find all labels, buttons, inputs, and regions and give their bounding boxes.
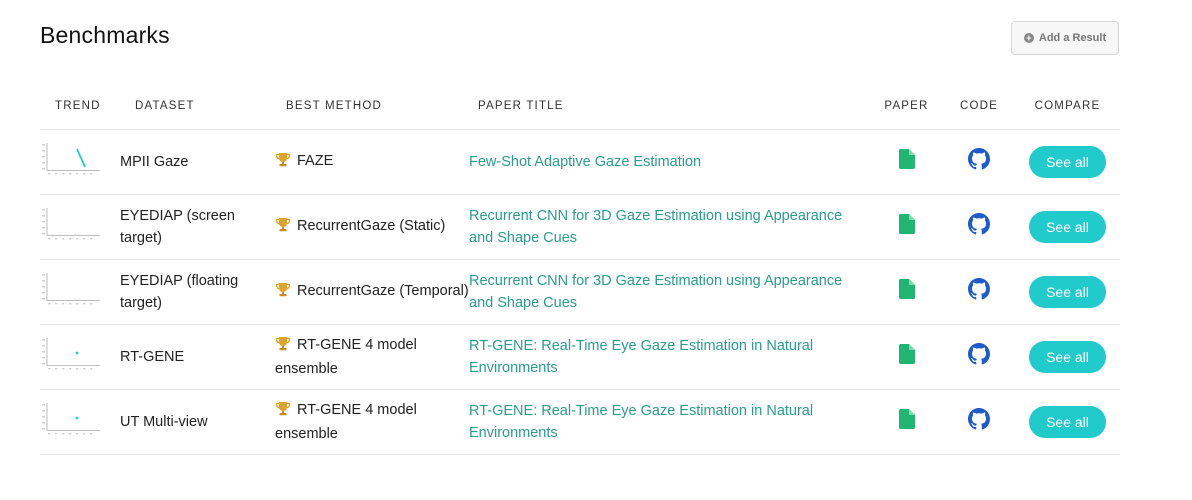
code-cell: [943, 194, 1015, 260]
github-icon[interactable]: [968, 147, 990, 177]
pdf-file-icon[interactable]: [898, 213, 915, 241]
best-method-name[interactable]: RT-GENE 4 model ensemble: [275, 337, 417, 377]
best-method-name[interactable]: RecurrentGaze (Temporal): [297, 283, 469, 299]
paper-cell: [870, 324, 943, 390]
dataset-name[interactable]: EYEDIAP (floating target): [120, 273, 238, 311]
trend-line-icon[interactable]: [40, 206, 102, 249]
dataset-cell: EYEDIAP (screen target): [120, 194, 275, 260]
trophy-icon: [275, 282, 291, 304]
code-cell: [943, 259, 1015, 325]
see-all-button[interactable]: See all: [1029, 406, 1106, 438]
benchmarks-table: TREND DATASET BEST METHOD PAPER TITLE PA…: [40, 82, 1120, 455]
paper-title-cell: Few-Shot Adaptive Gaze Estimation: [469, 129, 870, 195]
see-all-button[interactable]: See all: [1029, 146, 1106, 178]
paper-title-link[interactable]: Few-Shot Adaptive Gaze Estimation: [469, 154, 701, 170]
col-header-paper: PAPER: [870, 82, 943, 130]
github-icon[interactable]: [968, 212, 990, 242]
best-method-cell: RecurrentGaze (Static): [275, 194, 469, 260]
paper-title-link[interactable]: Recurrent CNN for 3D Gaze Estimation usi…: [469, 208, 842, 246]
trend-dot-icon[interactable]: [40, 336, 102, 379]
github-icon[interactable]: [968, 277, 990, 307]
col-header-dataset: DATASET: [120, 82, 275, 130]
trend-line-icon[interactable]: [40, 271, 102, 314]
code-cell: [943, 324, 1015, 390]
code-cell: [943, 129, 1015, 195]
dataset-cell: MPII Gaze: [120, 129, 275, 195]
compare-cell: See all: [1015, 194, 1120, 260]
paper-title-link[interactable]: RT-GENE: Real-Time Eye Gaze Estimation i…: [469, 403, 813, 441]
best-method-cell: FAZE: [275, 129, 469, 195]
add-result-label: Add a Result: [1038, 32, 1107, 44]
trophy-icon: [275, 336, 291, 358]
table-row: MPII Gaze FAZE Few-Shot Adaptive Gaze Es…: [40, 129, 1120, 195]
dataset-name[interactable]: EYEDIAP (screen target): [120, 208, 235, 246]
pdf-file-icon[interactable]: [898, 148, 915, 176]
dataset-name[interactable]: RT-GENE: [120, 349, 184, 365]
paper-title-cell: RT-GENE: Real-Time Eye Gaze Estimation i…: [469, 389, 870, 455]
paper-cell: [870, 194, 943, 260]
trophy-icon: [275, 152, 291, 174]
col-header-code: CODE: [943, 82, 1015, 130]
table-row: EYEDIAP (screen target) RecurrentGaze (S…: [40, 194, 1120, 260]
trophy-icon: [275, 401, 291, 423]
dataset-name[interactable]: UT Multi-view: [120, 414, 208, 430]
pdf-file-icon[interactable]: [898, 343, 915, 371]
col-header-compare: COMPARE: [1015, 82, 1120, 130]
dataset-cell: RT-GENE: [120, 324, 275, 390]
best-method-cell: RT-GENE 4 model ensemble: [275, 389, 469, 455]
trophy-icon: [275, 217, 291, 239]
compare-cell: See all: [1015, 389, 1120, 455]
github-icon[interactable]: [968, 407, 990, 437]
trend-cell: [40, 259, 120, 325]
page-title: Benchmarks: [40, 22, 170, 48]
compare-cell: See all: [1015, 324, 1120, 390]
see-all-button[interactable]: See all: [1029, 276, 1106, 308]
best-method-cell: RT-GENE 4 model ensemble: [275, 324, 469, 390]
pdf-file-icon[interactable]: [898, 408, 915, 436]
table-row: UT Multi-view RT-GENE 4 model ensemble R…: [40, 389, 1120, 455]
paper-title-link[interactable]: RT-GENE: Real-Time Eye Gaze Estimation i…: [469, 338, 813, 376]
col-header-best-method: BEST METHOD: [275, 82, 469, 130]
best-method-name[interactable]: FAZE: [297, 153, 333, 169]
paper-cell: [870, 129, 943, 195]
best-method-cell: RecurrentGaze (Temporal): [275, 259, 469, 325]
see-all-button[interactable]: See all: [1029, 211, 1106, 243]
trend-dot-icon[interactable]: [40, 401, 102, 444]
paper-cell: [870, 389, 943, 455]
dataset-name[interactable]: MPII Gaze: [120, 154, 189, 170]
github-icon[interactable]: [968, 342, 990, 372]
best-method-name[interactable]: RT-GENE 4 model ensemble: [275, 402, 417, 442]
trend-cell: [40, 324, 120, 390]
col-header-trend: TREND: [40, 82, 120, 130]
trend-cell: [40, 194, 120, 260]
code-cell: [943, 389, 1015, 455]
table-row: EYEDIAP (floating target) RecurrentGaze …: [40, 259, 1120, 325]
see-all-button[interactable]: See all: [1029, 341, 1106, 373]
trend-line-icon[interactable]: [40, 141, 102, 184]
paper-title-cell: Recurrent CNN for 3D Gaze Estimation usi…: [469, 259, 870, 325]
trend-cell: [40, 129, 120, 195]
add-result-button[interactable]: + Add a Result: [1011, 21, 1119, 55]
trend-cell: [40, 389, 120, 455]
pdf-file-icon[interactable]: [898, 278, 915, 306]
dataset-cell: UT Multi-view: [120, 389, 275, 455]
table-row: RT-GENE RT-GENE 4 model ensemble RT-GENE…: [40, 324, 1120, 390]
paper-title-link[interactable]: Recurrent CNN for 3D Gaze Estimation usi…: [469, 273, 842, 311]
paper-cell: [870, 259, 943, 325]
paper-title-cell: Recurrent CNN for 3D Gaze Estimation usi…: [469, 194, 870, 260]
table-header-row: TREND DATASET BEST METHOD PAPER TITLE PA…: [40, 82, 1120, 130]
paper-title-cell: RT-GENE: Real-Time Eye Gaze Estimation i…: [469, 324, 870, 390]
col-header-paper-title: PAPER TITLE: [469, 82, 870, 130]
best-method-name[interactable]: RecurrentGaze (Static): [297, 218, 445, 234]
plus-circle-icon: +: [1023, 33, 1034, 43]
compare-cell: See all: [1015, 259, 1120, 325]
compare-cell: See all: [1015, 129, 1120, 195]
dataset-cell: EYEDIAP (floating target): [120, 259, 275, 325]
